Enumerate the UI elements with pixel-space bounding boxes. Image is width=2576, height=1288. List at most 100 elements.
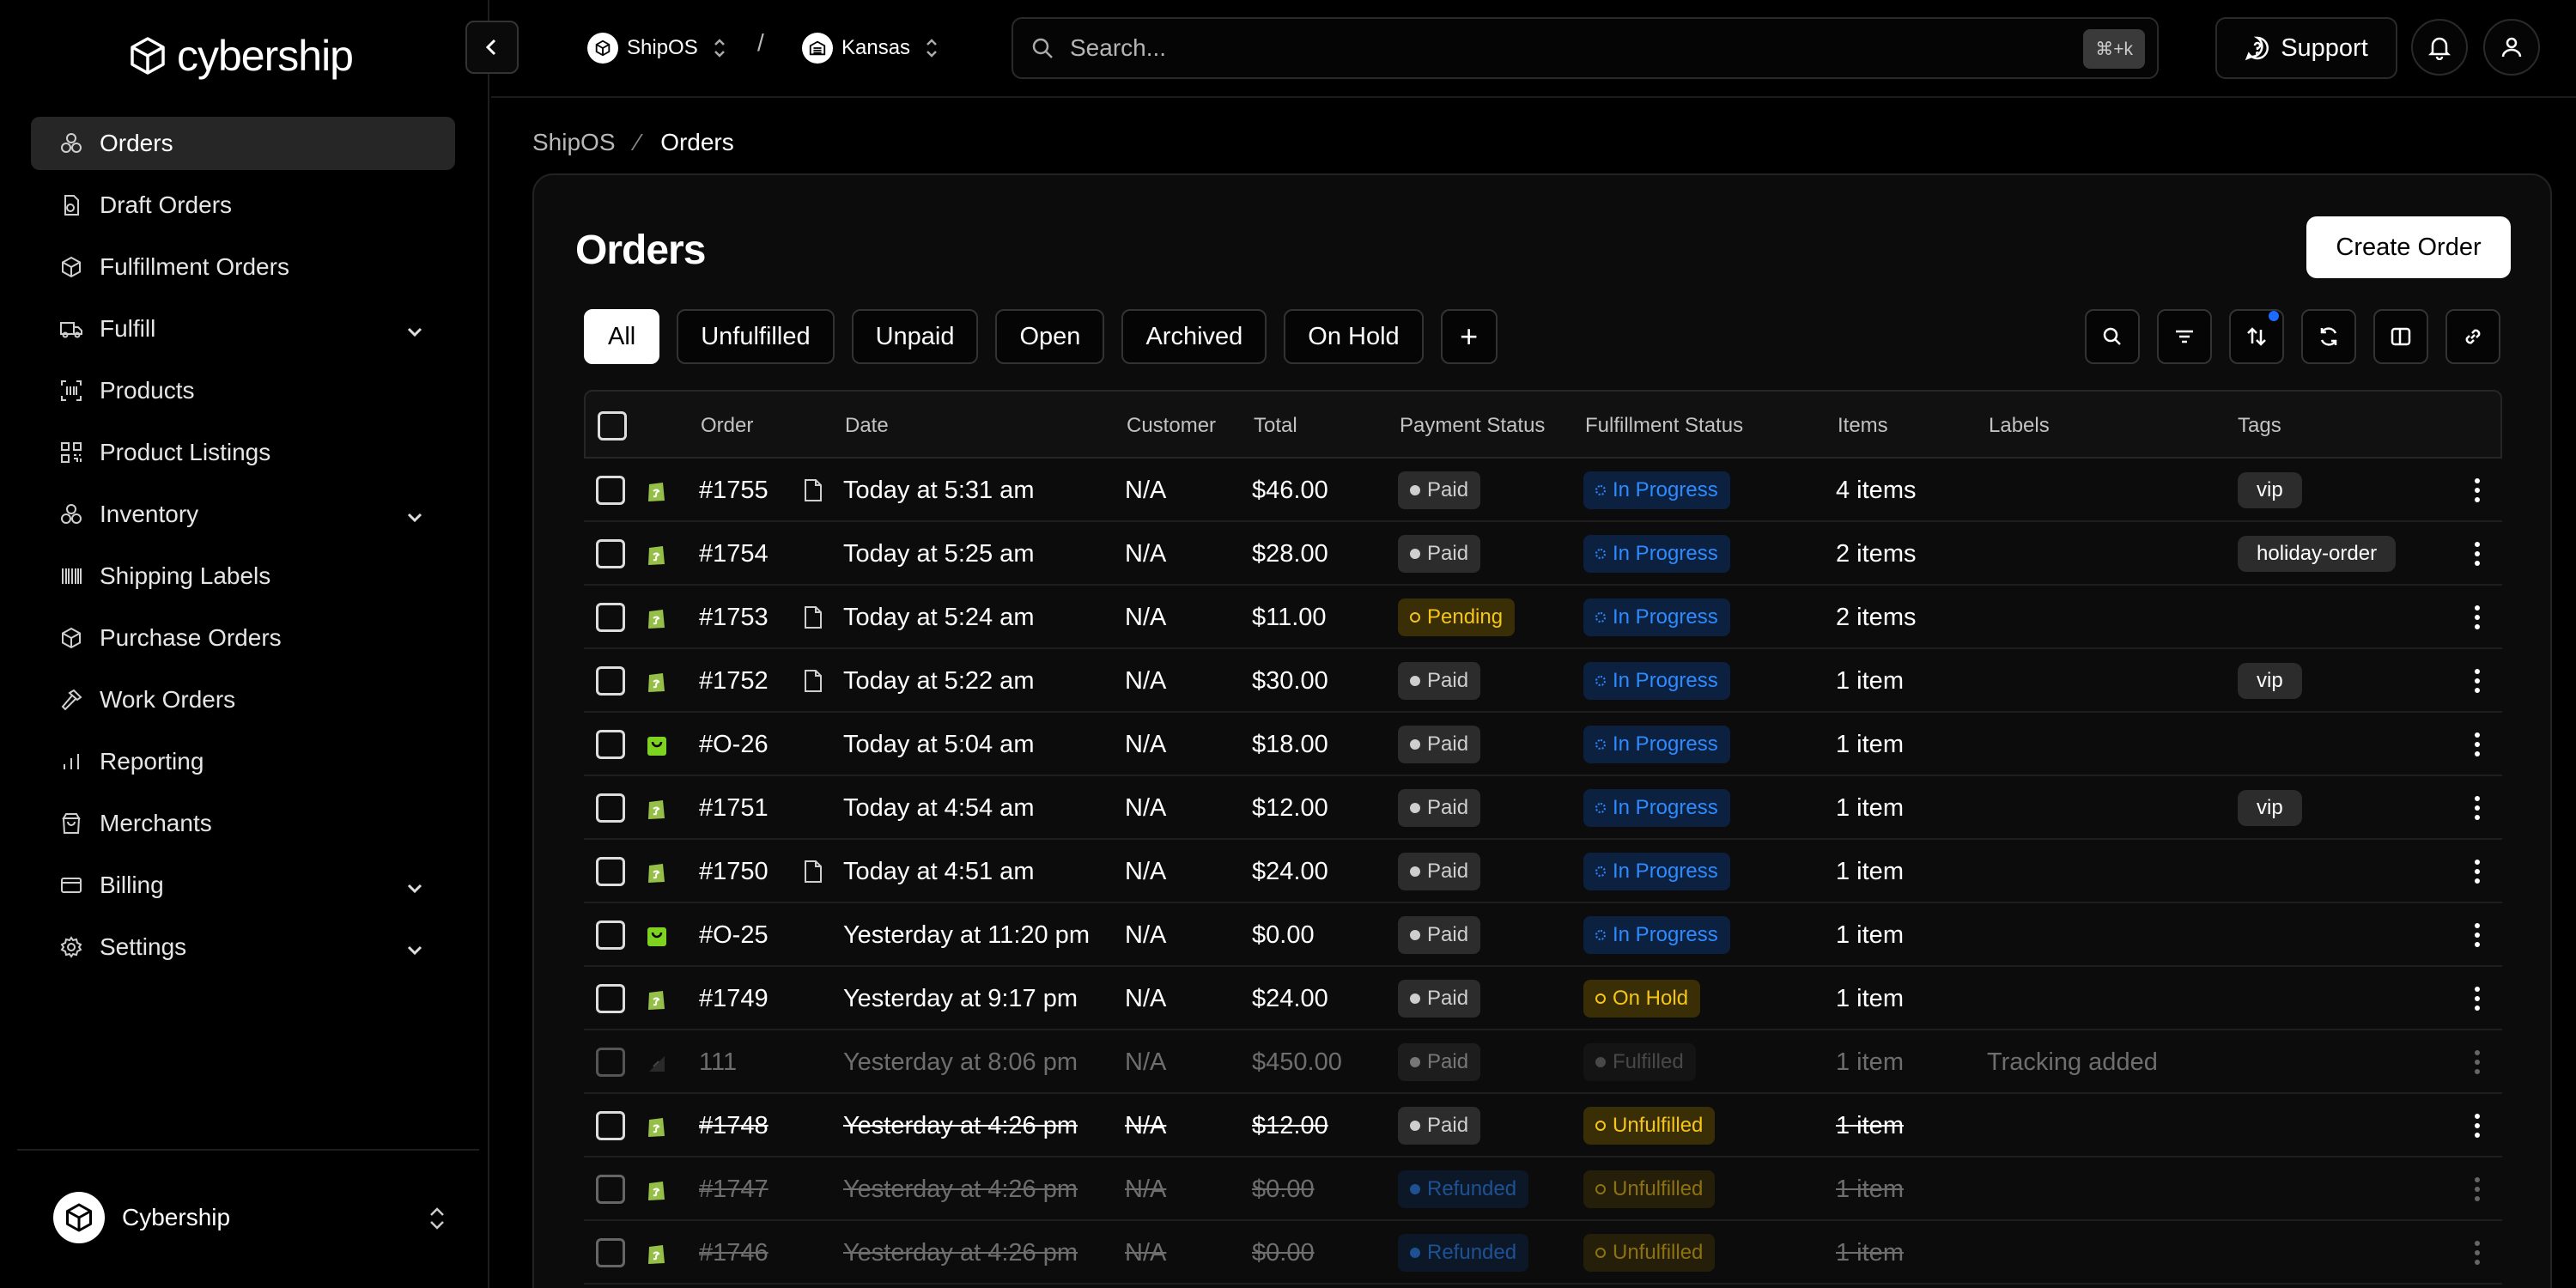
workspace-selector[interactable]: ShipOS [587,31,727,65]
order-number[interactable]: 111 [699,1030,737,1094]
more-vertical-icon[interactable] [2473,793,2482,823]
table-search-button[interactable] [2085,309,2140,364]
more-vertical-icon[interactable] [2473,984,2482,1013]
table-row[interactable]: #1747 Yesterday at 4:26 pm N/A $0.00 Ref… [584,1157,2502,1221]
select-all-checkbox[interactable] [598,411,627,440]
support-button[interactable]: Support [2215,17,2397,79]
table-row[interactable]: #O-25 Yesterday at 11:20 pm N/A $0.00 Pa… [584,903,2502,967]
sidebar-item-draft-orders[interactable]: Draft Orders [31,179,455,232]
order-number[interactable]: #1752 [699,649,769,713]
header-payment-status[interactable]: Payment Status [1400,392,1545,460]
table-row[interactable]: #1751 Today at 4:54 am N/A $12.00 Paid I… [584,776,2502,840]
chevron-down-icon[interactable] [405,876,424,895]
order-number[interactable]: #O-26 [699,713,769,776]
add-tab-button[interactable]: + [1440,309,1498,364]
refresh-button[interactable] [2301,309,2356,364]
table-row[interactable]: #1752 Today at 5:22 am N/A $30.00 Paid I… [584,649,2502,713]
brand-logo[interactable]: cybership [127,31,354,81]
order-tag[interactable]: holiday-order [2238,536,2397,572]
header-total[interactable]: Total [1254,392,1297,460]
more-vertical-icon[interactable] [2473,1238,2482,1267]
collapse-sidebar-button[interactable] [465,21,519,74]
row-checkbox[interactable] [596,793,625,823]
table-row[interactable]: #1748 Yesterday at 4:26 pm N/A $12.00 Pa… [584,1094,2502,1157]
row-checkbox[interactable] [596,666,625,696]
table-row[interactable]: #O-26 Today at 5:04 am N/A $18.00 Paid I… [584,713,2502,776]
sidebar-item-merchants[interactable]: Merchants [31,797,455,850]
note-icon[interactable] [802,605,824,630]
more-vertical-icon[interactable] [2473,1048,2482,1077]
sidebar-item-products[interactable]: Products [31,364,455,417]
tab-archived[interactable]: Archived [1121,309,1267,364]
sidebar-item-work-orders[interactable]: Work Orders [31,673,455,726]
table-row[interactable]: #1754 Today at 5:25 am N/A $28.00 Paid I… [584,522,2502,586]
row-checkbox[interactable] [596,920,625,950]
chevron-down-icon[interactable] [405,938,424,957]
header-items[interactable]: Items [1838,392,1888,460]
chevron-down-icon[interactable] [405,505,424,524]
row-checkbox[interactable] [596,603,625,632]
sidebar-item-inventory[interactable]: Inventory [31,488,455,541]
breadcrumb-parent[interactable]: ShipOS [532,129,616,156]
order-number[interactable]: #1750 [699,840,769,903]
more-vertical-icon[interactable] [2473,603,2482,632]
sidebar-item-shipping-labels[interactable]: Shipping Labels [31,550,455,603]
more-vertical-icon[interactable] [2473,539,2482,568]
more-vertical-icon[interactable] [2473,920,2482,950]
order-number[interactable]: #1748 [699,1094,769,1157]
table-row[interactable]: #1753 Today at 5:24 am N/A $11.00 Pendin… [584,586,2502,649]
row-checkbox[interactable] [596,1175,625,1204]
columns-button[interactable] [2373,309,2428,364]
more-vertical-icon[interactable] [2473,666,2482,696]
order-number[interactable]: #1749 [699,967,769,1030]
row-checkbox[interactable] [596,730,625,759]
user-menu-button[interactable] [2483,19,2540,76]
sidebar-item-fulfillment-orders[interactable]: Fulfillment Orders [31,240,455,294]
row-checkbox[interactable] [596,476,625,505]
table-row[interactable]: #1750 Today at 4:51 am N/A $24.00 Paid I… [584,840,2502,903]
order-number[interactable]: #1747 [699,1157,769,1221]
tab-all[interactable]: All [584,309,660,364]
order-tag[interactable]: vip [2238,472,2302,508]
global-search[interactable]: ⌘+k [1012,17,2159,79]
sidebar-item-fulfill[interactable]: Fulfill [31,302,455,355]
row-checkbox[interactable] [596,1048,625,1077]
table-row[interactable]: #1746 Yesterday at 4:26 pm N/A $0.00 Ref… [584,1221,2502,1285]
org-switcher[interactable]: Cybership [53,1190,448,1245]
tab-unfulfilled[interactable]: Unfulfilled [677,309,835,364]
sidebar-item-purchase-orders[interactable]: Purchase Orders [31,611,455,665]
table-row[interactable]: #1755 Today at 5:31 am N/A $46.00 Paid I… [584,459,2502,522]
header-date[interactable]: Date [845,392,889,460]
note-icon[interactable] [802,859,824,884]
header-order[interactable]: Order [701,392,753,460]
sort-button[interactable] [2229,309,2284,364]
chevron-down-icon[interactable] [405,319,424,338]
row-checkbox[interactable] [596,857,625,886]
row-checkbox[interactable] [596,539,625,568]
sidebar-item-settings[interactable]: Settings [31,920,455,974]
order-number[interactable]: #1751 [699,776,769,840]
header-fulfillment-status[interactable]: Fulfillment Status [1585,392,1743,460]
tab-on-hold[interactable]: On Hold [1284,309,1424,364]
tab-unpaid[interactable]: Unpaid [851,309,979,364]
filter-button[interactable] [2157,309,2212,364]
header-tags[interactable]: Tags [2238,392,2281,460]
header-labels[interactable]: Labels [1989,392,2050,460]
order-number[interactable]: #1753 [699,586,769,649]
more-vertical-icon[interactable] [2473,730,2482,759]
order-number[interactable]: #O-25 [699,903,769,967]
row-checkbox[interactable] [596,984,625,1013]
sidebar-item-orders[interactable]: Orders [31,117,455,170]
sidebar-item-billing[interactable]: Billing [31,859,455,912]
more-vertical-icon[interactable] [2473,1111,2482,1140]
location-selector[interactable]: Kansas [802,31,939,65]
search-input[interactable] [1070,34,2014,62]
order-number[interactable]: #1754 [699,522,769,586]
row-checkbox[interactable] [596,1238,625,1267]
row-checkbox[interactable] [596,1111,625,1140]
more-vertical-icon[interactable] [2473,1175,2482,1204]
copy-link-button[interactable] [2445,309,2500,364]
header-customer[interactable]: Customer [1127,392,1216,460]
note-icon[interactable] [802,477,824,503]
table-row[interactable]: #1749 Yesterday at 9:17 pm N/A $24.00 Pa… [584,967,2502,1030]
